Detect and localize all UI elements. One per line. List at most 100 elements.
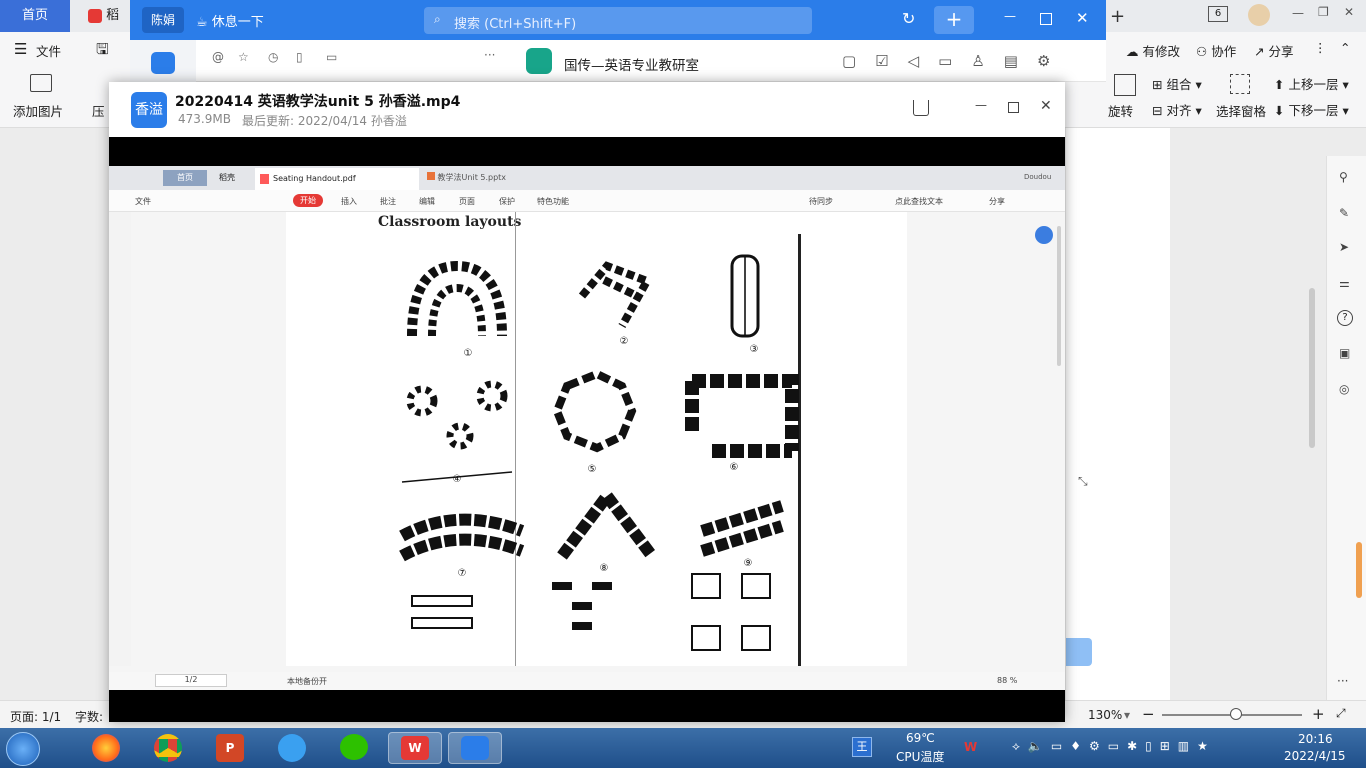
selection-pane-button[interactable]: 选择窗格 <box>1216 101 1266 120</box>
collaborate-button[interactable]: ⚇ 协作 <box>1196 41 1236 60</box>
zoom-level[interactable]: 130% <box>1088 708 1122 722</box>
move-down-label: 下移一层 <box>1288 103 1339 118</box>
star-icon[interactable]: ☆ <box>238 50 249 64</box>
rec-toolbar: 文件 开始 插入 批注 编辑 页面 保护 特色功能 待同步 点此查找文本 分享 <box>109 190 1065 212</box>
menu-icon[interactable]: ☰ <box>14 40 27 58</box>
file-menu[interactable]: 文件 <box>36 41 61 60</box>
docer-icon <box>88 8 102 23</box>
rec-tab-docer: 稻壳 <box>219 173 235 182</box>
chrome-icon[interactable] <box>148 732 188 764</box>
zoom-out-icon[interactable]: − <box>1142 705 1155 723</box>
ime-icon[interactable]: 王 <box>852 737 872 757</box>
align-button[interactable]: ⊟ 对齐 ▾ <box>1152 100 1202 119</box>
minimize-icon[interactable]: — <box>1292 6 1304 20</box>
image-icon[interactable] <box>30 74 52 92</box>
has-changes-button[interactable]: ☁ 有修改 <box>1126 41 1180 60</box>
save-icon[interactable]: 🖫 <box>96 39 109 64</box>
user-badge[interactable]: 陈娟 <box>142 7 184 33</box>
last-updated: 最后更新: 2022/04/14 孙香溢 <box>242 114 407 128</box>
blue-button[interactable] <box>1066 638 1092 666</box>
firefox-icon[interactable] <box>86 732 126 764</box>
more-icon[interactable]: ⋮ <box>1314 40 1327 55</box>
wps-taskbar-icon[interactable]: W <box>388 732 442 764</box>
classroom-layouts-diagram: ① ② ③ ④ ⑤ ⑥ ⑦ ⑧ ⑨ ⑩ ⑪ ⑫ <box>399 254 799 651</box>
rec-left-rail <box>109 212 131 666</box>
add-image-button[interactable]: 添加图片 <box>13 101 63 120</box>
doc-scrollbar[interactable] <box>1309 288 1315 448</box>
move-down-button[interactable]: ⬇ 下移一层 ▾ <box>1274 100 1349 119</box>
tab-count-icon[interactable]: 6 <box>1208 6 1228 22</box>
baidu-netdisk-icon[interactable] <box>272 732 312 764</box>
move-up-button[interactable]: ⬆ 上移一层 ▾ <box>1274 74 1349 93</box>
chat-minimize-icon[interactable]: — <box>1004 9 1016 23</box>
clock-date[interactable]: 2022/4/15 <box>1284 749 1346 763</box>
app-switch-icon[interactable] <box>151 52 175 74</box>
more-icon-side[interactable]: ··· <box>1337 674 1348 688</box>
clock-icon[interactable]: ◷ <box>268 50 278 64</box>
chat-maximize-icon[interactable] <box>1040 13 1052 25</box>
close-icon[interactable]: ✕ <box>1344 5 1354 19</box>
status-button[interactable]: ☕ 休息一下 <box>196 11 264 30</box>
cpu-temp: 69℃ <box>906 731 935 745</box>
compress-button[interactable]: 压 <box>92 101 105 120</box>
rec-tab-pdf: Seating Handout.pdf <box>255 168 419 190</box>
has-changes-label: 有修改 <box>1142 44 1180 59</box>
video-close-icon[interactable]: ✕ <box>1040 98 1052 114</box>
zoom-in-icon[interactable]: + <box>1312 705 1325 723</box>
user-avatar[interactable] <box>1248 4 1270 26</box>
tray-icons[interactable]: ⟡🔈▭♦⚙▭✱▯⊞▥★ <box>1012 739 1216 754</box>
file-size: 473.9MB <box>178 112 231 126</box>
taskbar: P W 王 69℃ CPU温度 W ⟡🔈▭♦⚙▭✱▯⊞▥★ 20:16 2022… <box>0 728 1366 768</box>
history-icon[interactable]: ↻ <box>902 9 915 28</box>
layout-label-6: ⑥ <box>730 462 739 473</box>
start-button[interactable] <box>6 732 40 766</box>
rec-status-bar: 1/2 本地备份开 88 % <box>109 672 1065 690</box>
chat-title-bar: 陈娟 ☕ 休息一下 ⌕ 搜索 (Ctrl+Shift+F) ↻ + — ✕ <box>130 0 1106 40</box>
pin-icon[interactable]: ⚲ <box>1339 170 1348 184</box>
video-maximize-icon[interactable] <box>1008 102 1019 113</box>
video-player[interactable]: 首页 稻壳 Seating Handout.pdf 教学法Unit 5.pptx… <box>109 137 1065 722</box>
layout-label-1: ① <box>464 348 473 359</box>
pen-icon[interactable]: ✎ <box>1339 206 1349 220</box>
video-minimize-icon[interactable]: — <box>975 98 987 112</box>
mention-icon[interactable]: @ <box>212 50 224 64</box>
zoom-dropdown-icon[interactable]: ▾ <box>1124 708 1130 722</box>
fit-icon[interactable]: ⤢ <box>1336 706 1346 721</box>
group-button[interactable]: ⊞ 组合 ▾ <box>1152 74 1202 93</box>
new-button[interactable]: + <box>934 6 974 34</box>
clock-time[interactable]: 20:16 <box>1298 732 1333 746</box>
wps-tab-docer[interactable]: 稻壳 <box>78 0 130 55</box>
wps-tab-home[interactable]: 首页 <box>0 0 70 32</box>
rec-menu-file: 文件 <box>135 197 151 206</box>
rec-tab-pdf-label: Seating Handout.pdf <box>273 174 356 183</box>
share-button[interactable]: ↗ 分享 <box>1254 41 1293 60</box>
document-page <box>1066 128 1170 700</box>
chat-taskbar-icon[interactable] <box>448 732 502 764</box>
download-icon[interactable] <box>913 100 929 116</box>
bulb-icon[interactable]: ◎ <box>1339 382 1349 396</box>
restore-icon[interactable]: ❐ <box>1318 5 1329 19</box>
collapse-icon[interactable]: ⌃ <box>1340 40 1350 55</box>
sliders-icon[interactable]: ⚌ <box>1339 276 1350 290</box>
rec-scrollbar <box>1057 226 1061 366</box>
powerpoint-icon[interactable]: P <box>210 732 250 764</box>
chat-close-icon[interactable]: ✕ <box>1076 9 1089 27</box>
selection-pane-icon[interactable] <box>1230 74 1250 94</box>
wps-tray-icon[interactable]: W <box>964 740 977 754</box>
doc-icon[interactable]: ▯ <box>296 50 303 64</box>
wechat-icon[interactable] <box>334 732 374 764</box>
rec-sync: 待同步 <box>809 197 833 206</box>
zoom-slider-handle[interactable] <box>1230 708 1242 720</box>
rotate-button[interactable]: 旋转 <box>1108 101 1133 120</box>
cursor-icon[interactable]: ➤ <box>1339 240 1349 254</box>
help-icon[interactable]: ? <box>1337 310 1353 326</box>
rotate-icon[interactable] <box>1114 74 1136 96</box>
chat-tool-icons[interactable]: ▢☑◁▭♙▤⚙ <box>842 52 1069 70</box>
word-count: 字数: <box>75 710 104 724</box>
fullscreen-icon[interactable]: ⤡ <box>1078 474 1088 489</box>
new-tab-icon[interactable]: + <box>1110 6 1125 27</box>
image-tool-icon[interactable]: ▣ <box>1339 346 1350 360</box>
search-box[interactable]: ⌕ 搜索 (Ctrl+Shift+F) <box>424 7 812 34</box>
file-icon[interactable]: ▭ <box>326 50 337 64</box>
chat-more-icon[interactable]: ··· <box>484 48 495 62</box>
